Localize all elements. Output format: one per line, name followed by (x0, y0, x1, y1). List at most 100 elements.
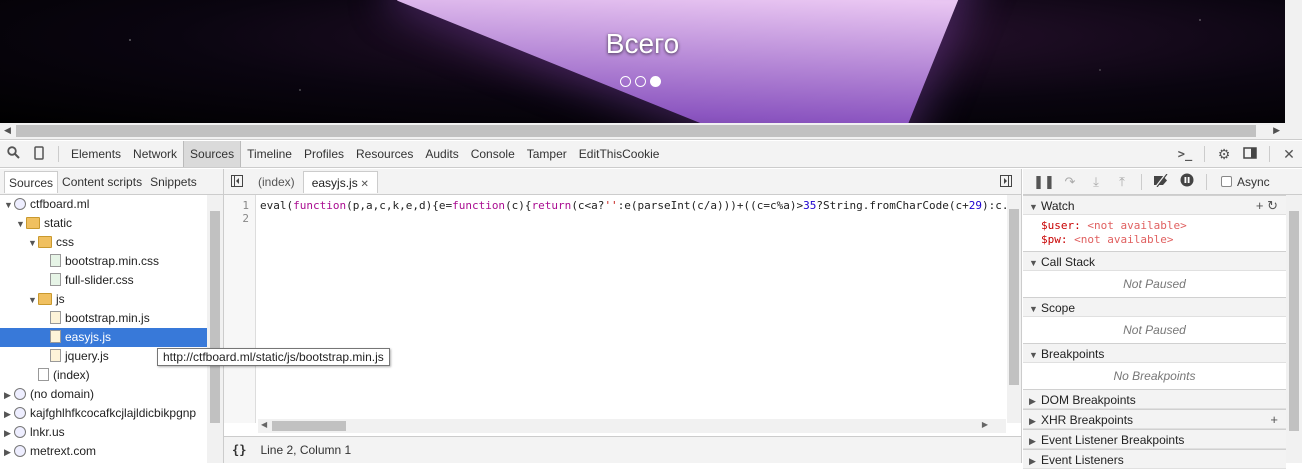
expanded-triangle-icon[interactable]: ▼ (4, 196, 14, 215)
pane-header[interactable]: ▼ Breakpoints (1023, 343, 1286, 363)
tree-item[interactable]: bootstrap.min.js (0, 309, 208, 328)
tree-item[interactable]: ▼ ctfboard.ml (0, 195, 208, 214)
tab-console[interactable]: Console (465, 141, 521, 167)
scrollbar-thumb[interactable] (1009, 209, 1019, 385)
add-icon[interactable]: + (1256, 198, 1267, 213)
pause-icon[interactable]: ❚❚ (1031, 174, 1057, 190)
scroll-right-icon[interactable]: ▶ (982, 420, 988, 429)
close-icon[interactable]: ✕ (1276, 146, 1302, 163)
tree-item[interactable]: bootstrap.min.css (0, 252, 208, 271)
device-mode-icon[interactable] (26, 145, 52, 163)
dock-side-icon[interactable] (1237, 146, 1263, 162)
add-icon[interactable]: + (1270, 410, 1278, 430)
tab-sources[interactable]: Sources (183, 141, 242, 167)
expanded-triangle-icon[interactable]: ▼ (16, 215, 26, 234)
search-icon[interactable] (0, 146, 26, 162)
collapsed-triangle-icon[interactable]: ▶ (4, 424, 14, 443)
expanded-triangle-icon[interactable]: ▼ (1029, 253, 1041, 273)
pane-title: Event Listeners (1041, 453, 1124, 467)
tree-item[interactable]: ▶ (no domain) (0, 385, 208, 404)
scrollbar-thumb[interactable] (1289, 211, 1299, 431)
tab-timeline[interactable]: Timeline (241, 141, 298, 167)
collapsed-triangle-icon[interactable]: ▶ (1029, 451, 1041, 471)
pane-header[interactable]: ▶ DOM Breakpoints (1023, 389, 1286, 409)
tree-item[interactable]: (index) (0, 366, 208, 385)
code-line[interactable]: eval(function(p,a,c,k,e,d){e=function(c)… (260, 199, 1006, 213)
carousel-dot[interactable] (635, 76, 646, 87)
carousel-dot-active[interactable] (650, 76, 661, 87)
pane-header[interactable]: ▼ Watch + ↻ (1023, 195, 1286, 215)
navigator-scrollbar[interactable] (207, 195, 223, 463)
expanded-triangle-icon[interactable]: ▼ (1029, 345, 1041, 365)
collapsed-triangle-icon[interactable]: ▶ (1029, 391, 1041, 411)
tree-item[interactable]: full-slider.css (0, 271, 208, 290)
tree-item[interactable]: ▼ js (0, 290, 208, 309)
pretty-print-button[interactable]: {} (232, 443, 246, 457)
scrollbar-thumb[interactable] (272, 421, 346, 431)
tab-editthiscookie[interactable]: EditThisCookie (573, 141, 666, 167)
async-checkbox[interactable] (1221, 176, 1232, 187)
editor-vertical-scrollbar[interactable] (1007, 195, 1021, 423)
tree-item[interactable]: ▶ lnkr.us (0, 423, 208, 442)
tab-network[interactable]: Network (127, 141, 183, 167)
gear-icon[interactable]: ⚙ (1211, 146, 1237, 163)
toolbar-divider (1206, 173, 1207, 190)
pane-header[interactable]: ▶ Event Listener Breakpoints (1023, 429, 1286, 449)
scroll-right-icon[interactable]: ▶ (1273, 125, 1280, 136)
carousel-dot[interactable] (620, 76, 631, 87)
tree-item[interactable]: easyjs.js (0, 328, 208, 347)
expanded-triangle-icon[interactable]: ▼ (1029, 197, 1041, 217)
tree-item[interactable]: ▼ static (0, 214, 208, 233)
editor-horizontal-scrollbar[interactable]: ◀ ▶ (258, 419, 1006, 433)
editor-tab[interactable]: (index) (250, 171, 303, 193)
scrollbar-thumb[interactable] (210, 211, 220, 423)
page-horizontal-scrollbar[interactable]: ◀ ▶ (0, 123, 1302, 140)
tree-item[interactable]: ▶ kajfghlhfkcocafkcjlajldicbikpgnp (0, 404, 208, 423)
watch-expression[interactable]: $user: <not available> (1023, 219, 1286, 233)
pane-call-stack: ▼ Call Stack Not Paused (1023, 251, 1286, 297)
editor-tab[interactable]: easyjs.js ✕ (302, 170, 378, 193)
navigator-tab-content-scripts[interactable]: Content scripts (58, 171, 146, 193)
navigator-tab-snippets[interactable]: Snippets (146, 171, 201, 193)
pane-watch: ▼ Watch + ↻ $user: <not available> $pw: <not… (1023, 195, 1286, 251)
page-banner: Всего (0, 0, 1302, 123)
code-area[interactable]: eval(function(p,a,c,k,e,d){e=function(c)… (260, 199, 1006, 213)
close-tab-icon[interactable]: ✕ (358, 179, 368, 190)
pane-header[interactable]: ▼ Call Stack (1023, 251, 1286, 271)
pause-on-exceptions-icon[interactable] (1174, 173, 1200, 190)
tab-tamper[interactable]: Tamper (521, 141, 573, 167)
tab-audits[interactable]: Audits (419, 141, 464, 167)
deactivate-breakpoints-icon[interactable] (1148, 172, 1174, 190)
scroll-left-icon[interactable]: ◀ (4, 125, 11, 136)
step-out-icon[interactable]: ⤒ (1109, 174, 1135, 190)
refresh-icon[interactable]: ↻ (1267, 198, 1278, 213)
collapsed-triangle-icon[interactable]: ▶ (1029, 431, 1041, 451)
scrollbar-thumb[interactable] (16, 125, 1256, 137)
tab-resources[interactable]: Resources (350, 141, 419, 167)
collapsed-triangle-icon[interactable]: ▶ (4, 443, 14, 462)
async-toggle[interactable]: Async (1221, 175, 1270, 189)
expanded-triangle-icon[interactable]: ▼ (1029, 299, 1041, 319)
step-into-icon[interactable]: ⤓ (1083, 174, 1109, 190)
pane-header[interactable]: ▼ Scope (1023, 297, 1286, 317)
pane-header[interactable]: ▶ XHR Breakpoints + (1023, 409, 1286, 429)
tree-item[interactable]: ▶ metrext.com (0, 442, 208, 461)
sidebar-scrollbar[interactable] (1286, 195, 1302, 463)
tab-profiles[interactable]: Profiles (298, 141, 350, 167)
collapsed-triangle-icon[interactable]: ▶ (1029, 411, 1041, 431)
expanded-triangle-icon[interactable]: ▼ (28, 291, 38, 310)
page-vertical-scrollbar[interactable] (1285, 0, 1302, 123)
tab-elements[interactable]: Elements (65, 141, 127, 167)
watch-expression[interactable]: $pw: <not available> (1023, 233, 1286, 247)
console-drawer-icon[interactable]: >_ (1172, 147, 1198, 161)
expanded-triangle-icon[interactable]: ▼ (28, 234, 38, 253)
toggle-debugger-icon[interactable] (993, 174, 1019, 190)
collapsed-triangle-icon[interactable]: ▶ (4, 386, 14, 405)
pane-header[interactable]: ▶ Event Listeners (1023, 449, 1286, 469)
navigator-tab-sources[interactable]: Sources (4, 170, 59, 193)
tree-item[interactable]: ▼ css (0, 233, 208, 252)
scroll-left-icon[interactable]: ◀ (261, 420, 267, 429)
toggle-navigator-icon[interactable] (224, 174, 250, 190)
collapsed-triangle-icon[interactable]: ▶ (4, 405, 14, 424)
step-over-icon[interactable]: ↷ (1057, 174, 1083, 190)
